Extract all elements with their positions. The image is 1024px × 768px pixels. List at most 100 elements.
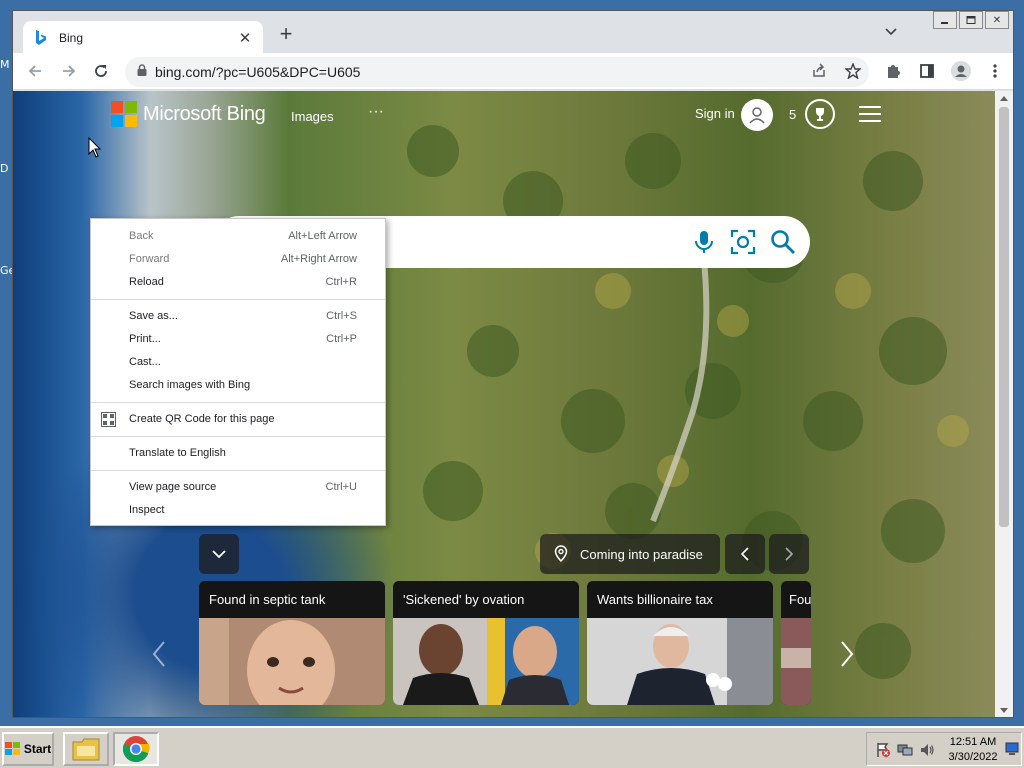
menu-item-label: Cast... bbox=[129, 356, 161, 368]
show-desktop-icon[interactable] bbox=[1005, 742, 1019, 756]
news-next-arrow-icon[interactable] bbox=[837, 639, 857, 669]
rewards-count[interactable]: 5 bbox=[789, 107, 796, 122]
location-pin-icon bbox=[554, 545, 568, 563]
menu-item-shortcut: Alt+Left Arrow bbox=[288, 230, 357, 242]
start-button[interactable]: Start bbox=[2, 732, 54, 766]
rewards-trophy-icon[interactable] bbox=[805, 99, 835, 129]
chevron-down-icon bbox=[212, 550, 226, 559]
context-menu-item-inspect[interactable]: Inspect bbox=[91, 499, 385, 522]
menu-separator bbox=[91, 436, 385, 437]
share-icon[interactable] bbox=[811, 63, 827, 84]
network-icon[interactable] bbox=[897, 742, 913, 758]
tab-search-icon[interactable] bbox=[885, 25, 901, 41]
extensions-puzzle-icon[interactable] bbox=[883, 61, 903, 81]
context-menu-item-print[interactable]: Print... Ctrl+P bbox=[91, 328, 385, 351]
menu-item-label: Save as... bbox=[129, 310, 178, 322]
address-bar[interactable]: bing.com/?pc=U605&DPC=U605 bbox=[125, 57, 869, 87]
chrome-taskbar-button[interactable] bbox=[113, 732, 159, 766]
news-card[interactable]: Wants billionaire tax bbox=[587, 581, 773, 705]
menu-item-label: Back bbox=[129, 230, 154, 242]
visual-search-icon[interactable] bbox=[730, 229, 756, 260]
news-card[interactable]: 'Sickened' by ovation bbox=[393, 581, 579, 705]
menu-kebab-icon[interactable] bbox=[985, 61, 1005, 81]
menu-item-label: Create QR Code for this page bbox=[129, 413, 275, 425]
profile-avatar-icon[interactable] bbox=[951, 61, 971, 81]
chrome-window: Bing ✕ + ✕ bing.com/?pc=U605&DPC=U605 Mi… bbox=[12, 10, 1014, 718]
system-tray: 12:51 AM 3/30/2022 bbox=[866, 732, 1022, 766]
news-prev-arrow-icon[interactable] bbox=[149, 639, 169, 669]
context-menu-item-cast[interactable]: Cast... bbox=[91, 351, 385, 374]
news-card-image bbox=[393, 618, 579, 705]
bing-homepage: Microsoft Bing Images ··· Sign in 5 Back… bbox=[13, 91, 995, 717]
tab-title: Bing bbox=[59, 30, 84, 45]
taskbar: Start 12:51 AM 3/30/2022 bbox=[0, 726, 1024, 768]
reload-icon[interactable] bbox=[91, 61, 111, 81]
windows-logo-icon bbox=[4, 742, 20, 755]
menu-item-label: Reload bbox=[129, 276, 164, 288]
menu-item-label: Print... bbox=[129, 333, 161, 345]
menu-item-shortcut: Ctrl+P bbox=[326, 333, 357, 345]
context-menu-item-translate[interactable]: Translate to English bbox=[91, 442, 385, 465]
menu-item-label: Inspect bbox=[129, 504, 165, 516]
browser-toolbar: bing.com/?pc=U605&DPC=U605 bbox=[13, 53, 1013, 90]
forward-arrow-icon[interactable] bbox=[59, 61, 79, 81]
menu-item-label: View page source bbox=[129, 481, 217, 493]
previous-image-button[interactable] bbox=[725, 534, 765, 574]
nav-more-button[interactable]: ··· bbox=[368, 103, 384, 121]
bookmark-star-icon[interactable] bbox=[844, 62, 862, 84]
system-clock[interactable]: 12:51 AM 3/30/2022 bbox=[945, 735, 1001, 765]
scroll-down-icon[interactable] bbox=[995, 705, 1013, 717]
nav-images-link[interactable]: Images bbox=[291, 109, 334, 124]
clock-date: 3/30/2022 bbox=[948, 751, 998, 763]
news-card-title: Fou bbox=[781, 581, 811, 618]
title-bar: Bing ✕ + ✕ bbox=[13, 11, 1013, 54]
vertical-scrollbar[interactable] bbox=[995, 91, 1013, 717]
user-avatar-icon[interactable] bbox=[741, 99, 773, 131]
hamburger-menu-icon[interactable] bbox=[859, 106, 881, 122]
maximize-button[interactable] bbox=[959, 11, 983, 29]
next-image-button[interactable] bbox=[769, 534, 809, 574]
minimize-button[interactable] bbox=[933, 11, 957, 29]
menu-item-shortcut: Ctrl+S bbox=[326, 310, 357, 322]
chevron-right-icon bbox=[785, 547, 794, 561]
scroll-up-icon[interactable] bbox=[995, 92, 1013, 104]
url-text: bing.com/?pc=U605&DPC=U605 bbox=[155, 64, 361, 80]
sign-in-link[interactable]: Sign in bbox=[695, 106, 735, 121]
bing-logo[interactable]: Microsoft Bing bbox=[111, 101, 266, 127]
back-arrow-icon[interactable] bbox=[25, 61, 45, 81]
context-menu-item-search-images[interactable]: Search images with Bing bbox=[91, 374, 385, 397]
microsoft-logo-icon bbox=[111, 101, 137, 127]
context-menu-item-save-as[interactable]: Save as... Ctrl+S bbox=[91, 305, 385, 328]
desktop-icon-label: D bbox=[0, 162, 9, 175]
context-menu-item-forward[interactable]: Forward Alt+Right Arrow bbox=[91, 248, 385, 271]
bing-logo-icon bbox=[33, 29, 49, 46]
news-card-image bbox=[199, 618, 385, 705]
menu-item-label: Forward bbox=[129, 253, 170, 265]
lock-icon[interactable] bbox=[137, 63, 147, 81]
chrome-icon bbox=[122, 736, 150, 763]
image-location-button[interactable]: Coming into paradise bbox=[540, 534, 720, 574]
news-card[interactable]: Fou bbox=[781, 581, 811, 705]
context-menu-item-qr-code[interactable]: Create QR Code for this page bbox=[91, 408, 385, 431]
scroll-thumb[interactable] bbox=[999, 107, 1009, 527]
window-controls: ✕ bbox=[933, 11, 1009, 29]
close-window-button[interactable]: ✕ bbox=[985, 11, 1009, 29]
volume-icon[interactable] bbox=[919, 742, 935, 758]
search-icon[interactable] bbox=[770, 229, 796, 260]
news-card-title: Found in septic tank bbox=[199, 581, 385, 618]
new-tab-button[interactable]: + bbox=[275, 23, 297, 46]
menu-item-shortcut: Ctrl+U bbox=[325, 481, 357, 493]
collapse-feed-button[interactable] bbox=[199, 534, 239, 574]
context-menu-item-back[interactable]: Back Alt+Left Arrow bbox=[91, 225, 385, 248]
news-card[interactable]: Found in septic tank bbox=[199, 581, 385, 705]
microphone-icon[interactable] bbox=[692, 229, 716, 260]
context-menu-item-reload[interactable]: Reload Ctrl+R bbox=[91, 271, 385, 294]
action-center-flag-icon[interactable] bbox=[875, 742, 891, 758]
context-menu-item-view-source[interactable]: View page source Ctrl+U bbox=[91, 476, 385, 499]
side-panel-icon[interactable] bbox=[917, 61, 937, 81]
news-card-image bbox=[587, 618, 773, 705]
desktop-icon-label: M bbox=[0, 58, 10, 71]
close-tab-icon[interactable]: ✕ bbox=[237, 29, 253, 47]
tab-bing[interactable]: Bing ✕ bbox=[23, 21, 263, 54]
file-explorer-taskbar-button[interactable] bbox=[63, 732, 109, 766]
